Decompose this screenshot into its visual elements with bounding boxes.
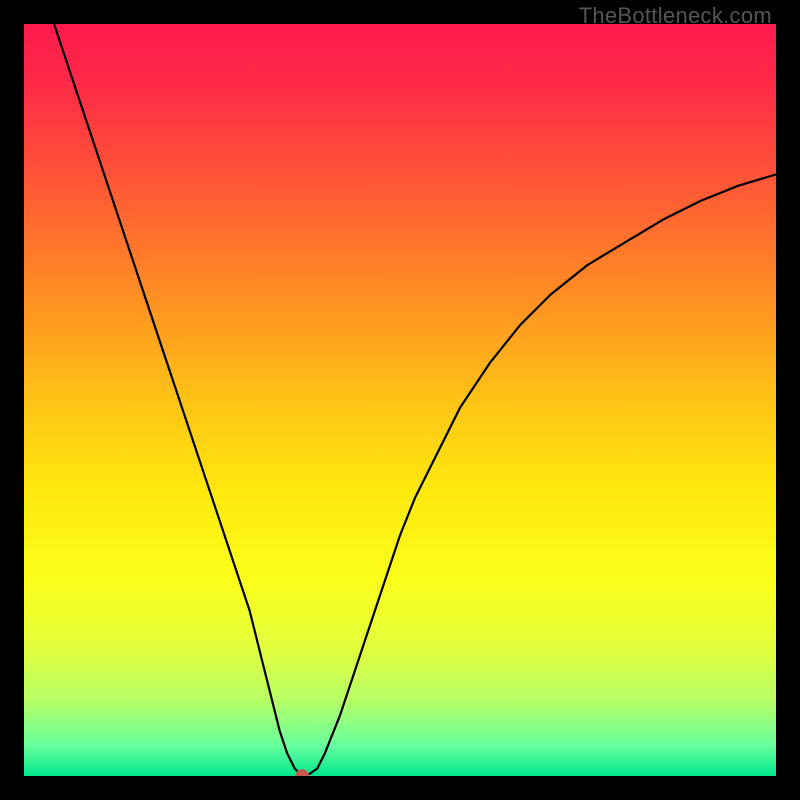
- bottleneck-chart: [24, 24, 776, 776]
- chart-frame: TheBottleneck.com: [0, 0, 800, 800]
- chart-background: [24, 24, 776, 776]
- watermark-text: TheBottleneck.com: [579, 3, 772, 29]
